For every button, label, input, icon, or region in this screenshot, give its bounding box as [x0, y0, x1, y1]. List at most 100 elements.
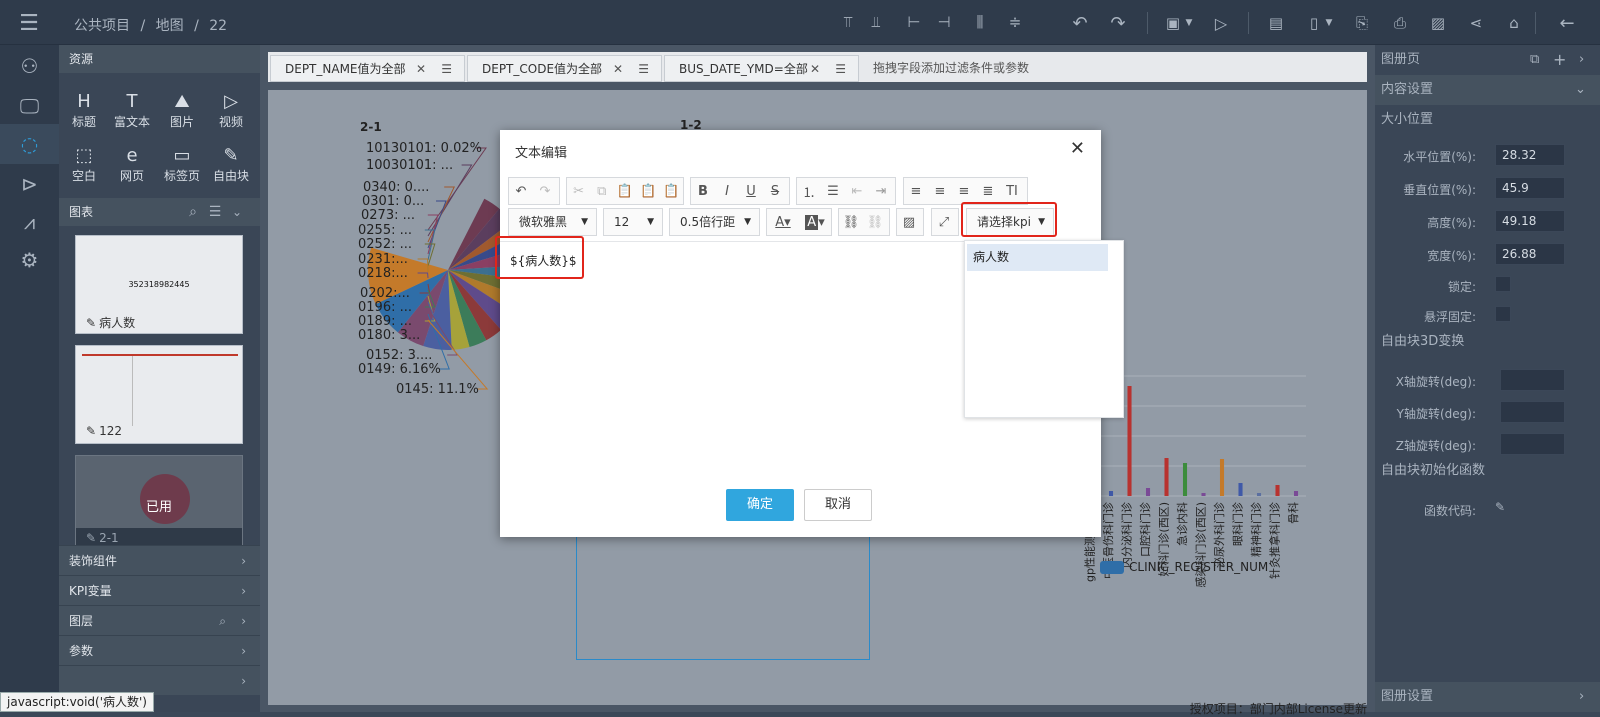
- play-icon[interactable]: ⊳: [0, 165, 59, 203]
- align-top-icon[interactable]: ⫪: [838, 12, 858, 32]
- bar[interactable]: [1108, 491, 1114, 496]
- unlink-icon[interactable]: ⛓: [863, 209, 887, 235]
- redo-icon[interactable]: ↷: [1107, 12, 1129, 34]
- align-center-v-icon[interactable]: ≑: [1005, 12, 1025, 32]
- resource-video[interactable]: ▷ 视频: [206, 91, 256, 130]
- accordion-kpi[interactable]: KPI变量 ›: [59, 575, 260, 605]
- close-icon[interactable]: ✕: [1070, 138, 1085, 159]
- close-icon[interactable]: ✕: [416, 56, 426, 83]
- accordion-decorations[interactable]: 装饰组件 ›: [59, 545, 260, 575]
- cancel-button[interactable]: 取消: [804, 489, 872, 521]
- resource-tabpage[interactable]: ▭ 标签页: [157, 145, 207, 184]
- menu-icon[interactable]: ☰: [835, 56, 846, 83]
- filter-tab-dept-name[interactable]: DEPT_NAME值为全部 ✕ ☰: [270, 55, 465, 82]
- outdent-icon[interactable]: ⇤: [845, 178, 869, 204]
- paste-icon[interactable]: 📋: [613, 178, 636, 204]
- bar[interactable]: [1145, 488, 1151, 496]
- paste-text-icon[interactable]: 📋: [637, 178, 660, 204]
- resource-webpage[interactable]: e 网页: [107, 145, 157, 184]
- accordion-layers[interactable]: 图层 ⌕ ›: [59, 605, 260, 635]
- align-center-h-icon[interactable]: ⫼: [970, 12, 990, 32]
- bar[interactable]: [1256, 493, 1262, 496]
- italic-icon[interactable]: I: [715, 178, 739, 204]
- confirm-button[interactable]: 确定: [726, 489, 794, 521]
- bullet-list-icon[interactable]: ☰: [821, 178, 845, 204]
- chart-card-table[interactable]: ✎ 122: [75, 345, 243, 444]
- resource-blank[interactable]: ⬚ 空白: [59, 145, 109, 184]
- breadcrumb-item[interactable]: 地图: [156, 18, 184, 34]
- monitor-icon[interactable]: 🖵: [0, 87, 59, 125]
- paste-word-icon[interactable]: 📋: [660, 178, 683, 204]
- bold-icon[interactable]: B: [691, 178, 715, 204]
- bar[interactable]: [1293, 491, 1299, 496]
- bar[interactable]: [1275, 485, 1280, 496]
- edit-icon[interactable]: ✎: [86, 316, 96, 330]
- width-input[interactable]: 26.88: [1495, 243, 1565, 265]
- chevron-down-icon[interactable]: ⌄: [227, 202, 247, 222]
- caret-down-icon[interactable]: ▼: [1182, 14, 1196, 32]
- bar[interactable]: [1164, 458, 1169, 496]
- loading-icon[interactable]: ◌: [0, 125, 59, 163]
- breadcrumb-item[interactable]: 22: [209, 18, 227, 34]
- lock-checkbox[interactable]: [1495, 276, 1511, 292]
- resource-title[interactable]: H 标题: [59, 91, 109, 130]
- user-icon[interactable]: ⚇: [0, 47, 59, 85]
- copy-icon[interactable]: ⧉: [590, 178, 613, 204]
- align-center-icon[interactable]: ≡: [928, 178, 952, 204]
- vertical-position-input[interactable]: 45.9: [1495, 177, 1565, 199]
- z-rotation-input[interactable]: [1500, 433, 1565, 455]
- edit-icon[interactable]: ✎: [1495, 500, 1505, 514]
- filter-tab-bus-date[interactable]: BUS_DATE_YMD=全部 ✕ ☰: [664, 55, 859, 82]
- image-icon[interactable]: ▨: [897, 209, 921, 235]
- copy-icon[interactable]: ⧉: [1530, 45, 1539, 75]
- preview-play-icon[interactable]: ▷: [1210, 12, 1232, 34]
- album-settings-header[interactable]: 图册设置 ›: [1375, 682, 1600, 712]
- align-justify-icon[interactable]: ≣: [976, 178, 1000, 204]
- layout-icon[interactable]: ▤: [1265, 12, 1287, 34]
- bar[interactable]: [1238, 483, 1243, 496]
- cut-icon[interactable]: ✂: [567, 178, 590, 204]
- share-icon[interactable]: ⋖: [1465, 12, 1487, 34]
- settings-icon[interactable]: ⚙: [0, 241, 59, 279]
- undo-icon[interactable]: ↶: [509, 178, 533, 204]
- resource-freeblock[interactable]: ✎ 自由块: [206, 145, 256, 184]
- chart-card-pie[interactable]: 已用 ✎ 2-1: [75, 455, 243, 547]
- background-color-icon[interactable]: A ▾: [799, 209, 831, 235]
- horizontal-position-input[interactable]: 28.32: [1495, 144, 1565, 166]
- align-left-icon[interactable]: ≡: [904, 178, 928, 204]
- redo-icon[interactable]: ↷: [533, 178, 557, 204]
- text-height-icon[interactable]: TI: [1000, 178, 1024, 204]
- filter-tab-dept-code[interactable]: DEPT_CODE值为全部 ✕ ☰: [467, 55, 662, 82]
- edit-icon[interactable]: ✎: [86, 531, 96, 545]
- align-right-icon[interactable]: ⊣: [934, 12, 954, 32]
- bar[interactable]: [1182, 463, 1188, 496]
- ordered-list-icon[interactable]: ⒈: [797, 178, 821, 204]
- menu-icon[interactable]: ☰: [14, 11, 44, 36]
- search-icon[interactable]: ⌕: [219, 606, 226, 636]
- close-icon[interactable]: ✕: [810, 56, 820, 83]
- float-checkbox[interactable]: [1495, 306, 1511, 322]
- line-spacing-select[interactable]: 0.5倍行距 ▼: [669, 208, 760, 236]
- indent-icon[interactable]: ⇥: [869, 178, 893, 204]
- align-right-icon[interactable]: ≡: [952, 178, 976, 204]
- underline-icon[interactable]: U: [739, 178, 763, 204]
- menu-icon[interactable]: ☰: [441, 56, 452, 83]
- accordion-params[interactable]: 参数 ›: [59, 635, 260, 665]
- accordion-more[interactable]: ›: [59, 665, 260, 695]
- align-bottom-icon[interactable]: ⫫: [866, 12, 886, 32]
- search-icon[interactable]: ⌕: [183, 202, 203, 222]
- font-family-select[interactable]: 微软雅黑 ▼: [508, 208, 597, 236]
- font-size-select[interactable]: 12 ▼: [603, 208, 663, 236]
- undo-icon[interactable]: ↶: [1069, 12, 1091, 34]
- chart-card-kpi[interactable]: 352318982445 ✎ 病人数: [75, 235, 243, 334]
- y-rotation-input[interactable]: [1500, 401, 1565, 423]
- export-image-icon[interactable]: ▨: [1427, 12, 1449, 34]
- bar[interactable]: [1201, 493, 1206, 496]
- list-icon[interactable]: ☰: [205, 202, 225, 222]
- breadcrumb-item[interactable]: 公共项目: [74, 18, 130, 34]
- fullscreen-icon[interactable]: ⤢: [932, 209, 956, 235]
- caret-down-icon[interactable]: ▼: [1322, 14, 1336, 32]
- content-settings-header[interactable]: 内容设置 ⌄: [1375, 75, 1600, 105]
- tag-icon[interactable]: ⌂: [1503, 12, 1525, 34]
- line-chart-icon[interactable]: ⩘: [0, 203, 59, 241]
